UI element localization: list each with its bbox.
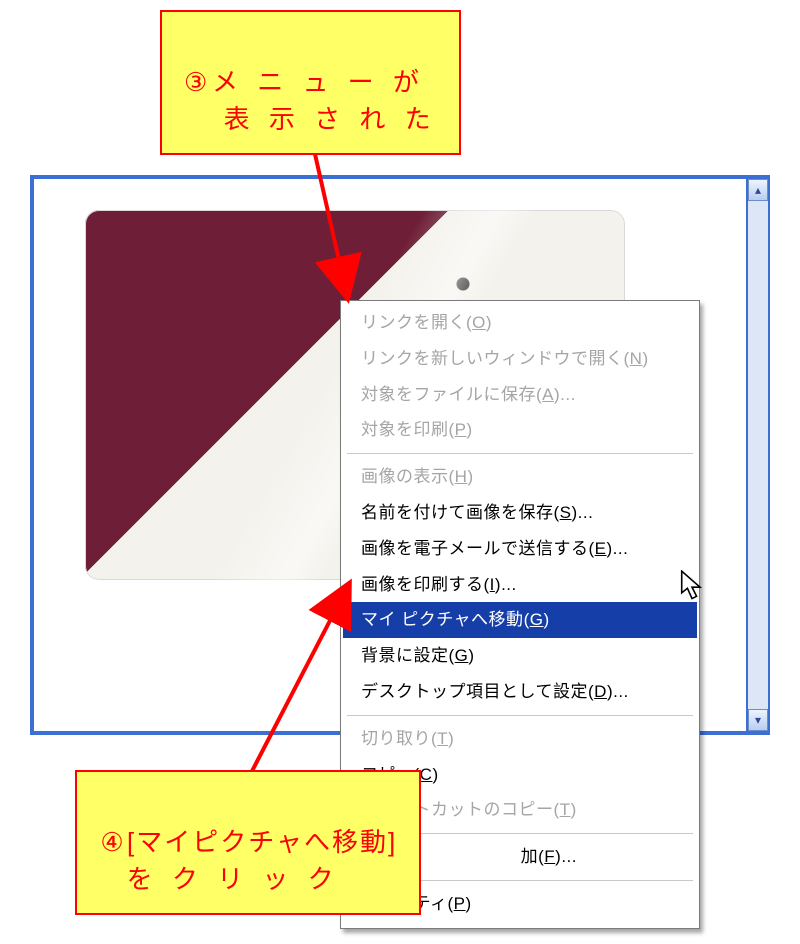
menu-set-desktop-item[interactable]: デスクトップ項目として設定(D)... (343, 674, 697, 710)
menu-separator (347, 453, 693, 454)
menu-save-image[interactable]: 名前を付けて画像を保存(S)... (343, 495, 697, 531)
annotation-step-4: ④[マイピクチャへ移動] を ク リ ッ ク (75, 770, 421, 915)
menu-set-wallpaper[interactable]: 背景に設定(G) (343, 638, 697, 674)
menu-open-new-window[interactable]: リンクを新しいウィンドウで開く(N) (343, 341, 697, 377)
menu-goto-my-pictures[interactable]: マイ ピクチャへ移動(G) (343, 602, 697, 638)
annotation-step-3: ③メ ニ ュ ー が 表 示 さ れ た (160, 10, 461, 155)
cursor-icon (679, 570, 705, 602)
menu-email-image[interactable]: 画像を電子メールで送信する(E)... (343, 531, 697, 567)
menu-show-image[interactable]: 画像の表示(H) (343, 459, 697, 495)
menu-save-target[interactable]: 対象をファイルに保存(A)... (343, 377, 697, 413)
menu-open-link[interactable]: リンクを開く(O) (343, 305, 697, 341)
menu-cut[interactable]: 切り取り(T) (343, 721, 697, 757)
scrollbar-track[interactable]: ▴ ▾ (748, 179, 768, 731)
menu-separator (347, 715, 693, 716)
menu-print-image[interactable]: 画像を印刷する(I)... (343, 567, 697, 603)
scroll-up-button[interactable]: ▴ (748, 179, 768, 201)
scroll-down-button[interactable]: ▾ (748, 709, 768, 731)
menu-print-target[interactable]: 対象を印刷(P) (343, 412, 697, 448)
